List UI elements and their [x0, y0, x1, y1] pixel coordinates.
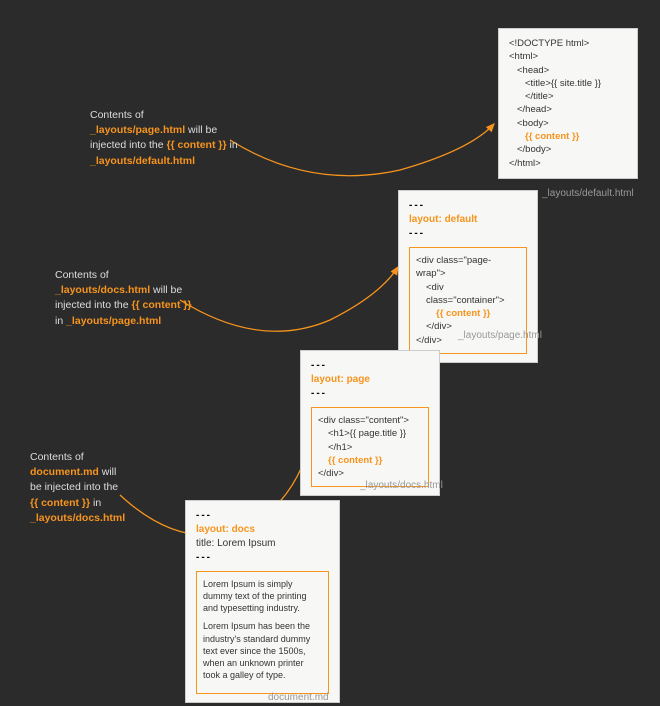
document-md-box: --- layout: docs title: Lorem Ipsum --- … [185, 500, 340, 703]
annotation-3: Contents of document.md will be injected… [30, 450, 200, 526]
annotation-2: Contents of _layouts/docs.html will be i… [55, 268, 245, 329]
label-page: _layouts/page.html [458, 330, 542, 341]
label-docs: _layouts/docs.html [360, 480, 443, 491]
label-default: _layouts/default.html [542, 188, 634, 199]
label-document: document.md [268, 692, 329, 703]
annotation-1: Contents of _layouts/page.html will be i… [90, 108, 280, 169]
layout-docs-box: --- layout: page --- <div class="content… [300, 350, 440, 496]
layout-default-box: <!DOCTYPE html> <html> <head> <title>{{ … [498, 28, 638, 179]
